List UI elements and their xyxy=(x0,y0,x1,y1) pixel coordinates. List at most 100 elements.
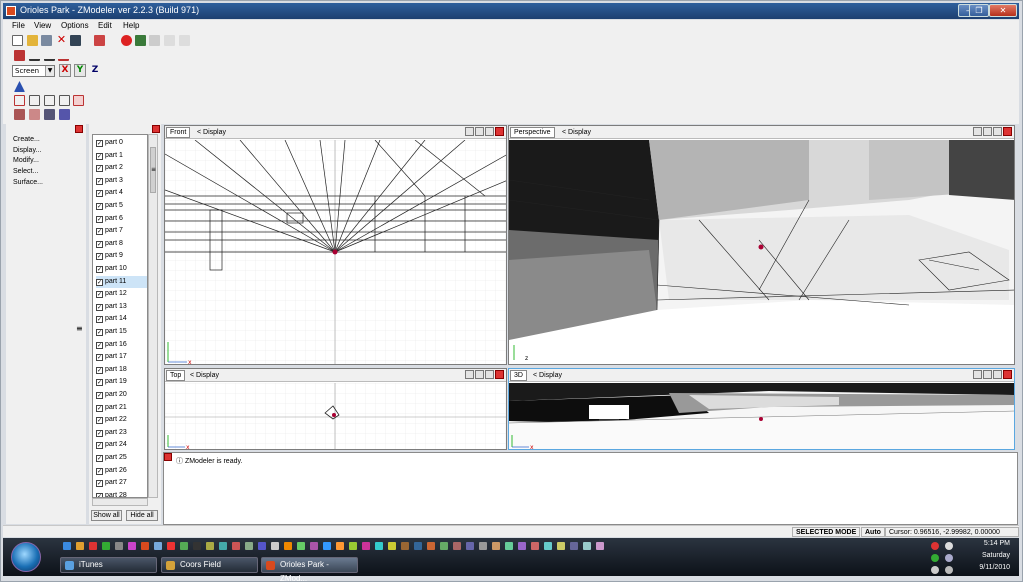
viewport-label[interactable]: 3D xyxy=(510,370,527,381)
zoom-icon[interactable] xyxy=(465,127,474,136)
part-list-item[interactable]: ✓ part 15 xyxy=(96,326,147,338)
group-mode-icon[interactable] xyxy=(73,95,84,106)
alert-tray-icon[interactable] xyxy=(931,542,939,550)
edge-mode-icon[interactable] xyxy=(29,95,40,106)
zmodeler-app-icon[interactable] xyxy=(6,6,16,16)
front-viewport[interactable]: Front < Display x xyxy=(164,125,507,365)
pan-icon[interactable] xyxy=(983,127,992,136)
axis-y-toggle[interactable]: Y xyxy=(74,64,86,77)
quick-launch-icon[interactable] xyxy=(245,542,253,550)
part-visibility-checkbox[interactable]: ✓ xyxy=(96,165,103,173)
part-list-item[interactable]: ✓ part 22 xyxy=(96,414,147,426)
taskbar-zmodeler-button[interactable]: Orioles Park - ZMod... xyxy=(261,557,358,583)
top-viewport[interactable]: Top < Display x xyxy=(164,368,507,450)
show-all-button[interactable]: Show all xyxy=(91,510,122,521)
part-visibility-checkbox[interactable]: ✓ xyxy=(96,177,103,185)
display-menu[interactable]: < Display xyxy=(197,127,226,138)
part-list-item[interactable]: ✓ part 19 xyxy=(96,376,147,388)
maximize-button[interactable]: ❐ xyxy=(969,4,989,17)
quick-launch-icon[interactable] xyxy=(323,542,331,550)
part-visibility-checkbox[interactable]: ✓ xyxy=(96,480,103,488)
part-visibility-checkbox[interactable]: ✓ xyxy=(96,228,103,236)
part-visibility-checkbox[interactable]: ✓ xyxy=(96,329,103,336)
clock-day[interactable]: Saturday xyxy=(982,552,1010,559)
quick-launch-icon[interactable] xyxy=(544,542,552,550)
parts-vertical-scrollbar[interactable]: ≡ xyxy=(148,134,158,498)
quick-launch-icon[interactable] xyxy=(518,542,526,550)
chevron-down-icon[interactable]: ▼ xyxy=(45,66,54,76)
title-bar[interactable]: Orioles Park - ZModeler ver 2.2.3 (Build… xyxy=(3,3,1019,19)
coordinate-space-select[interactable]: Screen ▼ xyxy=(12,65,55,77)
quick-launch-icon[interactable] xyxy=(427,542,435,550)
import-icon[interactable] xyxy=(70,35,81,46)
part-list-item[interactable]: ✓ part 1 xyxy=(96,150,147,162)
part-visibility-checkbox[interactable]: ✓ xyxy=(96,316,103,324)
zoom-icon[interactable] xyxy=(973,370,982,379)
display-command[interactable]: Display... xyxy=(13,147,41,154)
part-list-item[interactable]: ✓ part 26 xyxy=(96,465,147,477)
security-tray-icon[interactable] xyxy=(931,554,939,562)
quick-launch-icon[interactable] xyxy=(505,542,513,550)
quick-launch-icon[interactable] xyxy=(63,542,71,550)
pan-icon[interactable] xyxy=(475,370,484,379)
part-visibility-checkbox[interactable]: ✓ xyxy=(96,455,103,462)
perspective-viewport[interactable]: Perspective < Display z xyxy=(508,125,1015,365)
part-list-item[interactable]: ✓ part 18 xyxy=(96,364,147,376)
quick-launch-icon[interactable] xyxy=(102,542,110,550)
part-list-item[interactable]: ✓ part 14 xyxy=(96,313,147,325)
delete-icon[interactable]: ✕ xyxy=(56,34,67,46)
redo-icon[interactable] xyxy=(179,35,190,46)
vertex-mode-icon[interactable] xyxy=(14,95,25,106)
scale-tool-icon[interactable] xyxy=(58,50,69,61)
part-list-item[interactable]: ✓ part 20 xyxy=(96,389,147,401)
close-button[interactable]: ✕ xyxy=(989,4,1017,17)
display-menu[interactable]: < Display xyxy=(533,370,562,381)
close-viewport-icon[interactable] xyxy=(495,127,504,136)
record-icon[interactable] xyxy=(121,35,132,46)
3d-viewport[interactable]: 3D < Display x xyxy=(508,368,1015,450)
part-visibility-checkbox[interactable]: ✓ xyxy=(96,379,103,387)
viewport-label[interactable]: Top xyxy=(166,370,186,381)
export-icon[interactable] xyxy=(94,35,105,46)
part-list-item[interactable]: ✓ part 0 xyxy=(96,137,147,149)
clock-time[interactable]: 5:14 PM xyxy=(984,540,1010,547)
quick-launch-icon[interactable] xyxy=(232,542,240,550)
quick-launch-icon[interactable] xyxy=(479,542,487,550)
maximize-viewport-icon[interactable] xyxy=(485,127,494,136)
part-visibility-checkbox[interactable]: ✓ xyxy=(96,341,103,349)
part-list-item[interactable]: ✓ part 27 xyxy=(96,477,147,489)
helpers-icon[interactable] xyxy=(44,109,55,120)
texture-icon[interactable] xyxy=(135,35,146,46)
modify-command[interactable]: Modify... xyxy=(13,157,39,164)
part-visibility-checkbox[interactable]: ✓ xyxy=(96,190,103,198)
menu-options[interactable]: Options xyxy=(61,21,89,30)
quick-launch-icon[interactable] xyxy=(362,542,370,550)
zoom-icon[interactable] xyxy=(973,127,982,136)
part-list-item[interactable]: ✓ part 3 xyxy=(96,175,147,187)
axis-z-toggle[interactable]: Z xyxy=(89,64,101,77)
close-parts-icon[interactable] xyxy=(152,125,160,133)
part-visibility-checkbox[interactable]: ✓ xyxy=(96,429,103,437)
pan-icon[interactable] xyxy=(983,370,992,379)
quick-launch-icon[interactable] xyxy=(193,542,201,550)
viewport-label[interactable]: Front xyxy=(166,127,191,138)
quick-launch-icon[interactable] xyxy=(401,542,409,550)
save-icon[interactable] xyxy=(41,35,52,46)
quick-launch-icon[interactable] xyxy=(349,542,357,550)
copy-icon[interactable] xyxy=(164,35,175,46)
menu-edit[interactable]: Edit xyxy=(98,21,112,30)
part-list-item[interactable]: ✓ part 11 xyxy=(96,275,147,288)
clock-date[interactable]: 9/11/2010 xyxy=(979,564,1010,571)
quick-launch-icon[interactable] xyxy=(154,542,162,550)
dummies-icon[interactable] xyxy=(29,109,40,120)
display-menu[interactable]: < Display xyxy=(190,370,219,381)
part-list-item[interactable]: ✓ part 23 xyxy=(96,427,147,439)
quick-launch-icon[interactable] xyxy=(453,542,461,550)
part-list-item[interactable]: ✓ part 12 xyxy=(96,288,147,300)
part-list-item[interactable]: ✓ part 16 xyxy=(96,339,147,351)
part-list-item[interactable]: ✓ part 13 xyxy=(96,301,147,313)
part-list-item[interactable]: ✓ part 17 xyxy=(96,351,147,363)
materials-icon[interactable] xyxy=(59,109,70,120)
menu-file[interactable]: File xyxy=(12,21,25,30)
part-list-item[interactable]: ✓ part 21 xyxy=(96,402,147,414)
